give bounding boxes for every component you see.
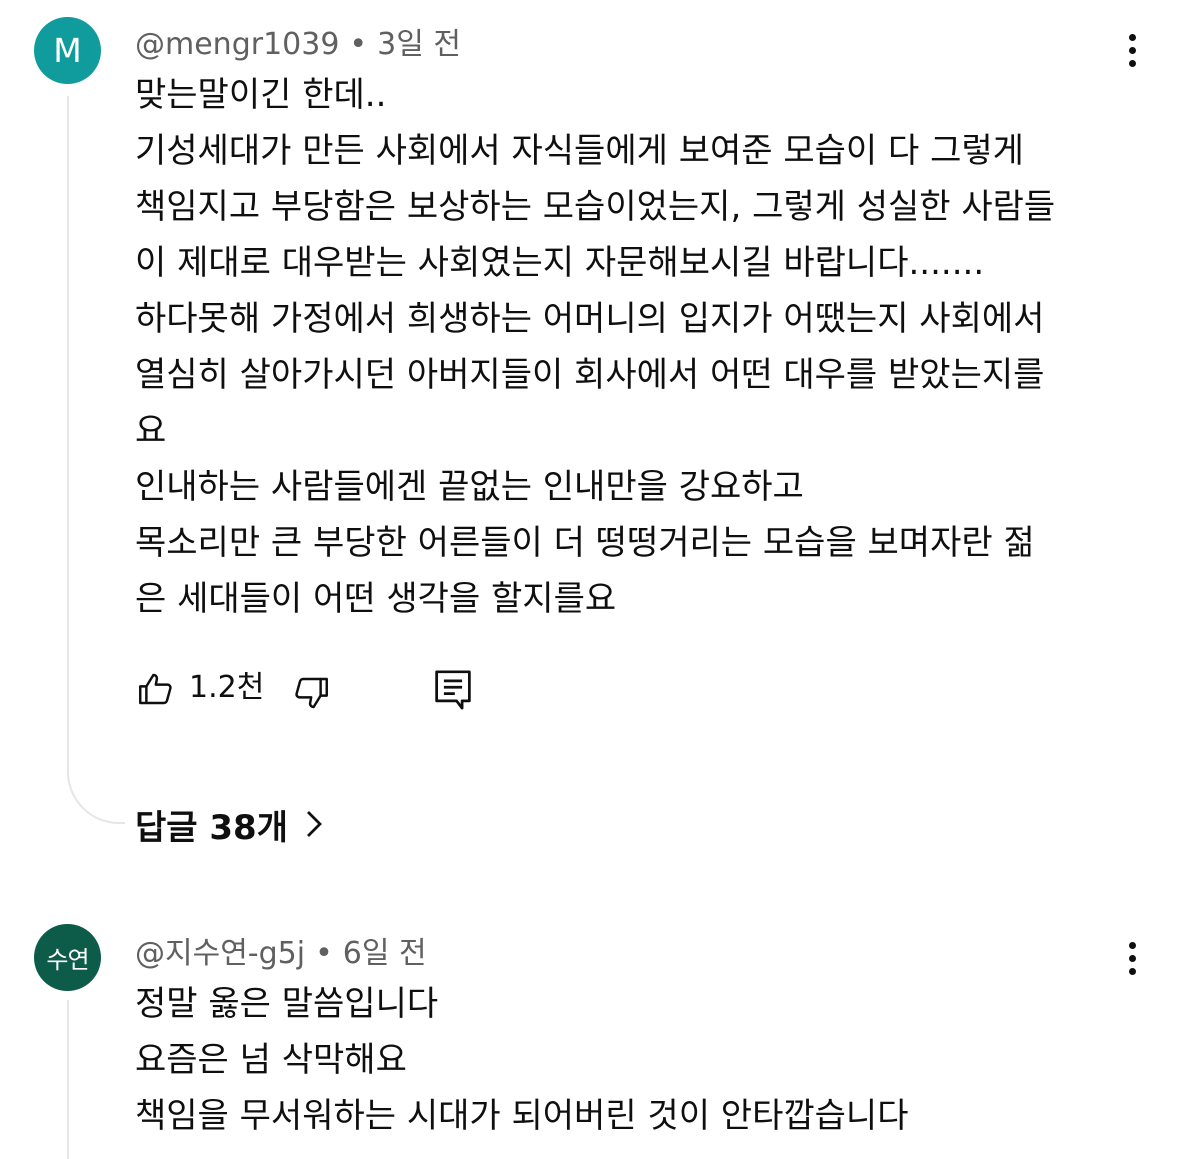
comment-line: 요	[135, 411, 167, 451]
comment: M @mengr1039 • 3일 전 맞는말이긴 한데.. 기성세대가 만든 사회…	[0, 0, 1200, 880]
author-name[interactable]: @지수연-g5j	[135, 936, 305, 971]
more-vert-icon[interactable]	[1114, 28, 1150, 72]
thread-connector	[67, 754, 125, 824]
thread-line	[67, 1000, 69, 1159]
comment-line: 이 제대로 대우받는 사회였는지 자문해보시길 바랍니다.......	[135, 243, 985, 283]
comment-icon[interactable]	[433, 668, 473, 712]
comment-actions: 1.2천	[135, 664, 635, 714]
comments-page: M @mengr1039 • 3일 전 맞는말이긴 한데.. 기성세대가 만든 사회…	[0, 0, 1200, 1159]
comment: 수연 @지수연-g5j • 6일 전 정말 옳은 말씀입니다 요즘은 넘 삭막해요 …	[0, 900, 1200, 1159]
comment-line: 열심히 살아가시던 아버지들이 회사에서 어떤 대우를 받았는지를	[135, 355, 1045, 395]
separator-dot: •	[315, 936, 333, 971]
chevron-right-icon	[307, 811, 322, 837]
comment-header: @지수연-g5j • 6일 전	[135, 928, 427, 972]
comment-line: 은 세대들이 어떤 생각을 할지를요	[135, 579, 617, 619]
comment-line: 요즘은 넘 삭막해요	[135, 1040, 407, 1080]
separator-dot: •	[349, 27, 368, 62]
comment-line: 기성세대가 만든 사회에서 자식들에게 보여준 모습이 다 그렇게	[135, 131, 1024, 171]
like-count: 1.2천	[189, 670, 265, 705]
comment-header: @mengr1039 • 3일 전	[135, 19, 461, 63]
comment-text: 맞는말이긴 한데.. 기성세대가 만든 사회에서 자식들에게 보여준 모습이 다…	[135, 67, 1135, 627]
avatar[interactable]: 수연	[34, 924, 101, 991]
comment-text: 정말 옳은 말씀입니다 요즘은 넘 삭막해요 책임을 무서워하는 시대가 되어버…	[135, 976, 1135, 1144]
more-vert-icon[interactable]	[1114, 936, 1150, 980]
replies-label: 답글 38개	[135, 807, 288, 848]
view-replies-button[interactable]: 답글 38개	[135, 797, 326, 851]
comment-line: 정말 옳은 말씀입니다	[135, 984, 439, 1024]
thumb-up-icon[interactable]	[135, 668, 177, 710]
avatar[interactable]: M	[34, 17, 101, 84]
comment-line: 인내하는 사람들에겐 끝없는 인내만을 강요하고	[135, 467, 804, 507]
comment-line: 책임을 무서워하는 시대가 되어버린 것이 안타깝습니다	[135, 1096, 909, 1136]
comment-line: 목소리만 큰 부당한 어른들이 더 떵떵거리는 모습을 보며자란 젊	[135, 523, 1035, 563]
timestamp[interactable]: 3일 전	[377, 27, 461, 62]
comment-line: 책임지고 부당함은 보상하는 모습이었는지, 그렇게 성실한 사람들	[135, 187, 1056, 227]
comment-line: 하다못해 가정에서 희생하는 어머니의 입지가 어땠는지 사회에서	[135, 299, 1045, 339]
timestamp[interactable]: 6일 전	[343, 936, 427, 971]
author-name[interactable]: @mengr1039	[135, 27, 339, 62]
thread-line	[67, 96, 69, 756]
thumb-down-icon[interactable]	[290, 672, 332, 714]
comment-line: 맞는말이긴 한데..	[135, 75, 387, 115]
